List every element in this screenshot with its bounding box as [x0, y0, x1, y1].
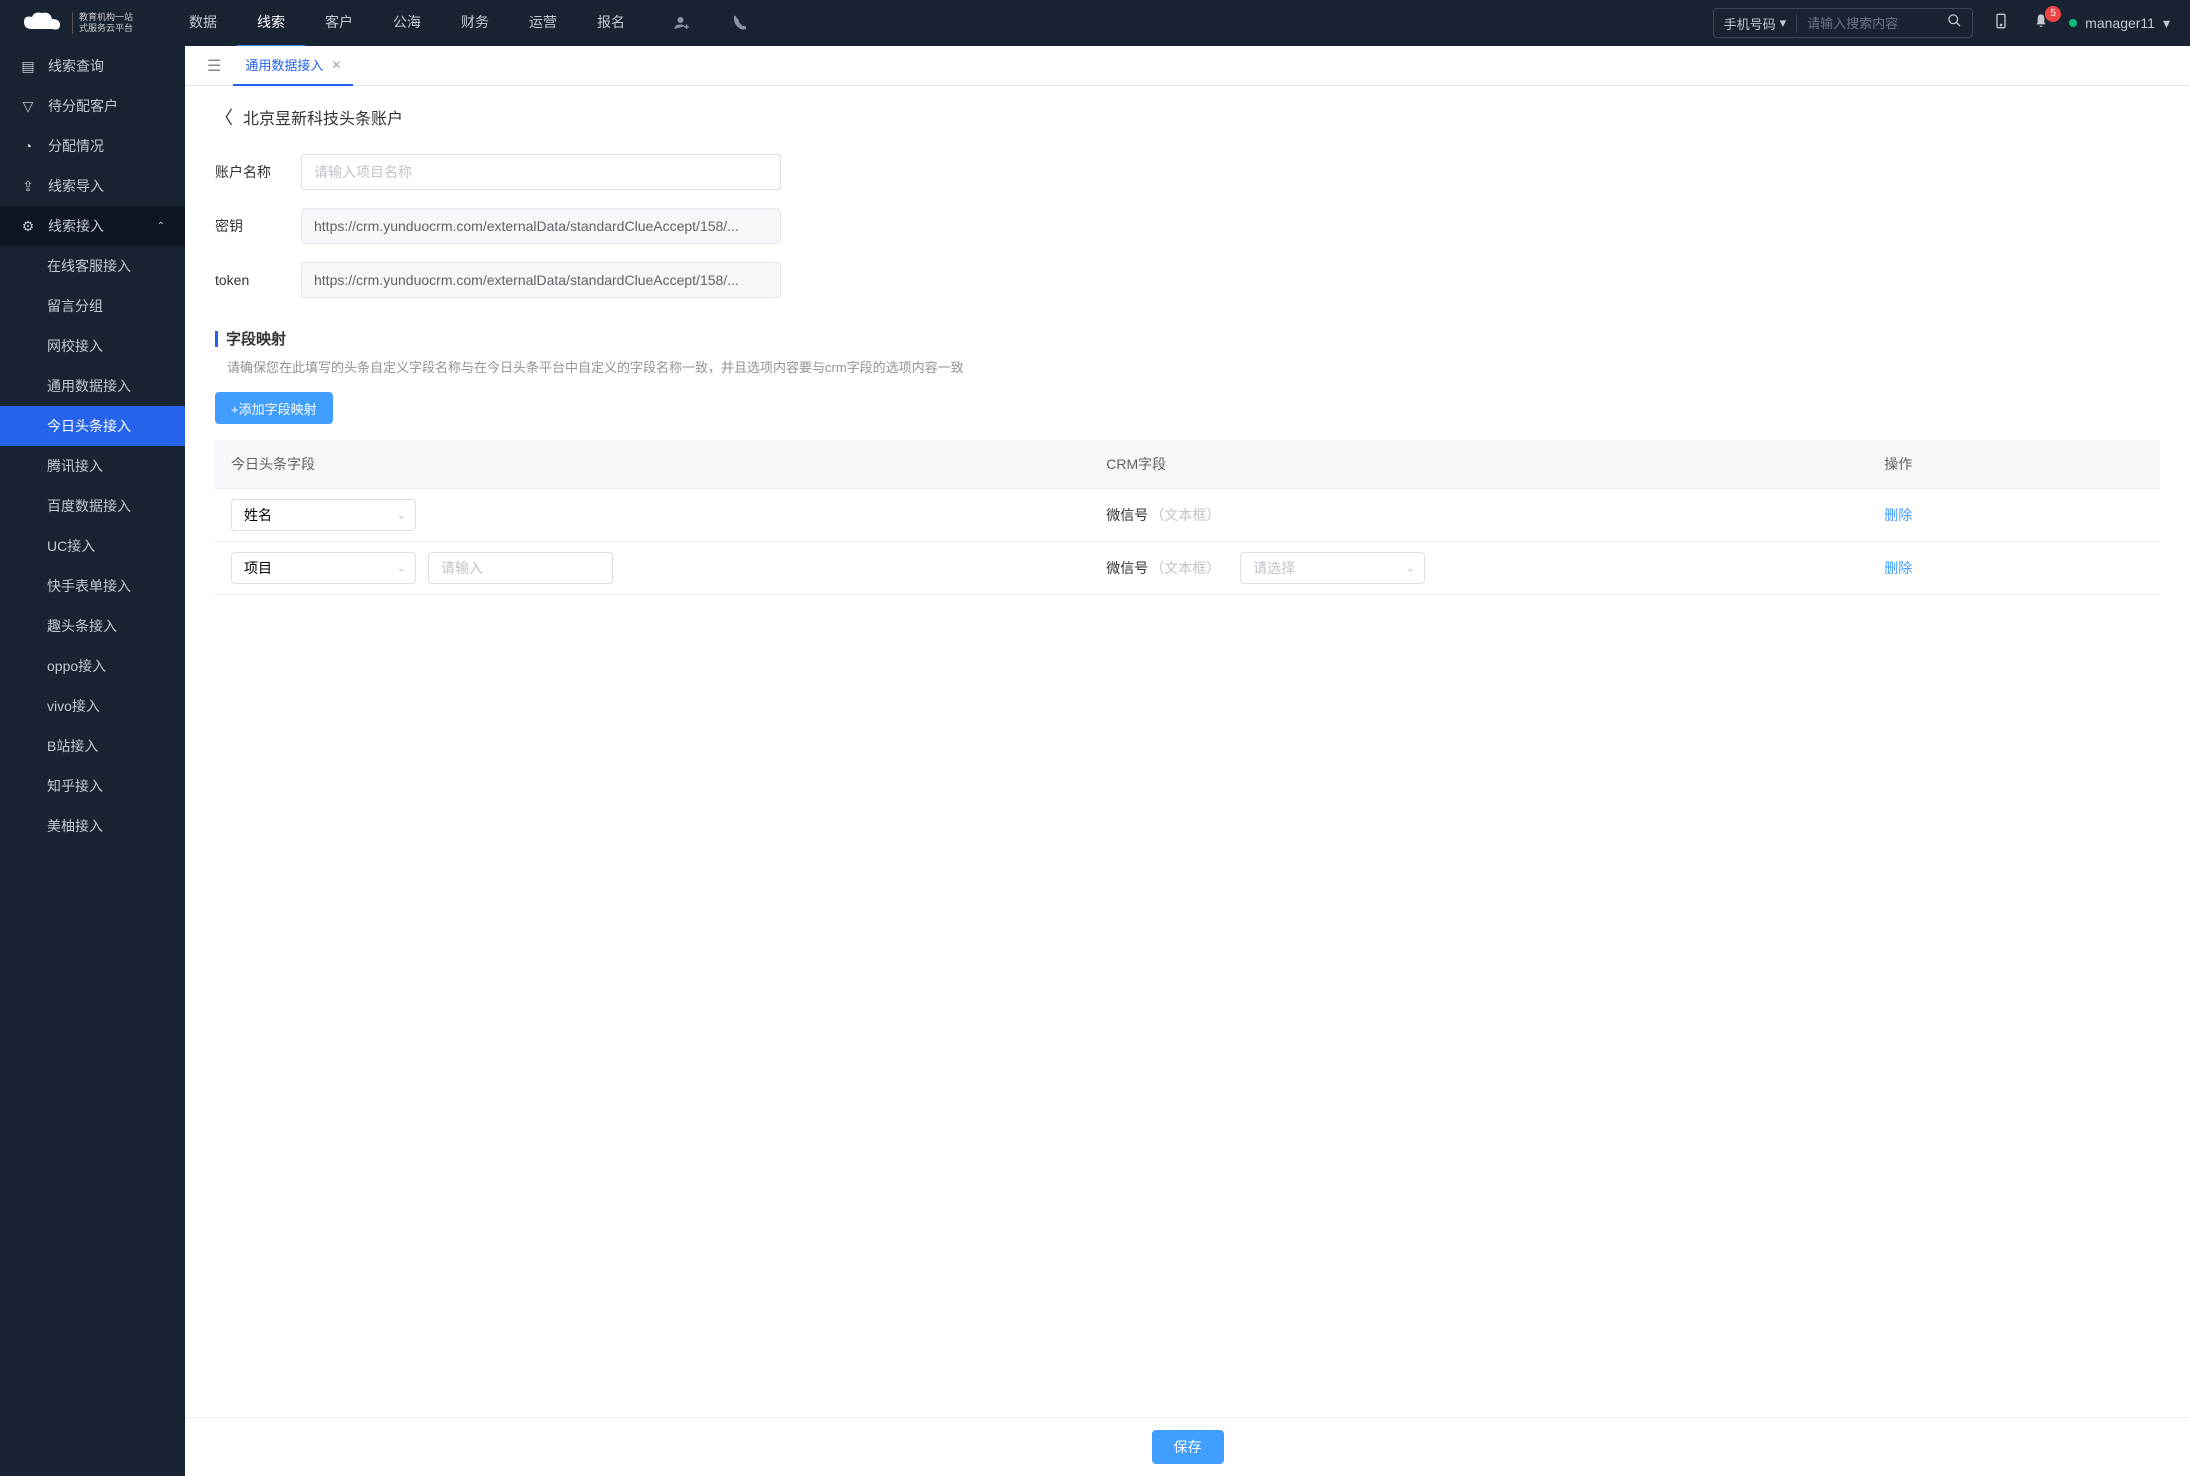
- main: ☰ 通用数据接入 ✕ 〈 北京昱新科技头条账户 账户名称 密钥 https://…: [185, 46, 2190, 1476]
- crm-field-hint: （文本框）: [1150, 560, 1220, 576]
- section-desc: 请确保您在此填写的头条自定义字段名称与在今日头条平台中自定义的字段名称一致，并且…: [215, 357, 2160, 376]
- nav-finance[interactable]: 财务: [441, 0, 509, 47]
- sidebar-item-import[interactable]: ⇪线索导入: [0, 166, 185, 206]
- sidebar-sub-bilibili[interactable]: B站接入: [0, 726, 185, 766]
- sidebar-sub-tencent[interactable]: 腾讯接入: [0, 446, 185, 486]
- logo-icon: [20, 9, 66, 37]
- header: 教育机构一站 式服务云平台 数据 线索 客户 公海 财务 运营 报名 手机号码 …: [0, 0, 2190, 46]
- logo: 教育机构一站 式服务云平台: [20, 9, 133, 37]
- phone-icon[interactable]: [719, 14, 761, 32]
- close-icon[interactable]: ✕: [331, 58, 341, 72]
- status-dot: [2069, 19, 2077, 27]
- field-select-project[interactable]: 项目: [231, 552, 416, 584]
- search-input[interactable]: [1797, 16, 1937, 31]
- sidebar-sub-uc[interactable]: UC接入: [0, 526, 185, 566]
- secret-value[interactable]: https://crm.yunduocrm.com/externalData/s…: [301, 208, 781, 244]
- secret-label: 密钥: [215, 216, 285, 236]
- notification-badge: 5: [2045, 6, 2061, 22]
- token-value[interactable]: https://crm.yunduocrm.com/externalData/s…: [301, 262, 781, 298]
- sidebar-sub-zhihu[interactable]: 知乎接入: [0, 766, 185, 806]
- crm-field-name: 微信号: [1106, 507, 1148, 523]
- sidebar-sub-oppo[interactable]: oppo接入: [0, 646, 185, 686]
- sidebar-sub-school[interactable]: 网校接入: [0, 326, 185, 366]
- search-icon[interactable]: [1937, 13, 1972, 33]
- sidebar-sub-online-service[interactable]: 在线客服接入: [0, 246, 185, 286]
- mapping-table: 今日头条字段 CRM字段 操作 姓名 ⌄: [215, 440, 2160, 595]
- nav-data[interactable]: 数据: [169, 0, 237, 47]
- field-value-input[interactable]: [428, 552, 613, 584]
- sidebar-item-lead-query[interactable]: ▤线索查询: [0, 46, 185, 86]
- field-select-name[interactable]: 姓名: [231, 499, 416, 531]
- tabs-menu-icon[interactable]: ☰: [201, 56, 227, 76]
- back-icon[interactable]: 〈: [215, 104, 233, 130]
- sidebar-sub-general-data[interactable]: 通用数据接入: [0, 366, 185, 406]
- tab-general-data[interactable]: 通用数据接入 ✕: [233, 46, 353, 86]
- nav-customers[interactable]: 客户: [305, 0, 373, 47]
- col-crm-field: CRM字段: [1090, 440, 1868, 489]
- sidebar-sub-message-group[interactable]: 留言分组: [0, 286, 185, 326]
- user-add-icon[interactable]: [661, 14, 703, 32]
- table-row: 项目 ⌄ 微信号（文本框） 请选择 ⌄ 删除: [215, 542, 2160, 595]
- sidebar-item-allocation[interactable]: ◔分配情况: [0, 126, 185, 166]
- col-action: 操作: [1868, 440, 2160, 489]
- sidebar: ▤线索查询 ▽待分配客户 ◔分配情况 ⇪线索导入 ⚙线索接入⌃ 在线客服接入 留…: [0, 46, 185, 1476]
- account-name-input[interactable]: [301, 154, 781, 190]
- sidebar-sub-toutiao[interactable]: 今日头条接入: [0, 406, 185, 446]
- top-nav: 数据 线索 客户 公海 财务 运营 报名: [169, 0, 645, 47]
- sidebar-sub-kuaishou[interactable]: 快手表单接入: [0, 566, 185, 606]
- add-mapping-button[interactable]: +添加字段映射: [215, 392, 333, 424]
- chevron-up-icon: ⌃: [157, 221, 165, 232]
- nav-pool[interactable]: 公海: [373, 0, 441, 47]
- username: manager11: [2085, 15, 2155, 31]
- save-button[interactable]: 保存: [1152, 1430, 1224, 1464]
- crm-field-name: 微信号: [1106, 560, 1148, 576]
- sidebar-sub-qutoutiao[interactable]: 趣头条接入: [0, 606, 185, 646]
- bell-icon[interactable]: 5: [2029, 12, 2053, 35]
- section-marker: [215, 331, 218, 347]
- mobile-icon[interactable]: [1989, 12, 2013, 35]
- page-title: 北京昱新科技头条账户: [243, 105, 403, 129]
- search-group: 手机号码 ▾: [1713, 8, 1974, 38]
- token-label: token: [215, 272, 285, 288]
- table-row: 姓名 ⌄ 微信号（文本框） 删除: [215, 489, 2160, 542]
- sidebar-sub-vivo[interactable]: vivo接入: [0, 686, 185, 726]
- account-label: 账户名称: [215, 162, 285, 182]
- tabs-bar: ☰ 通用数据接入 ✕: [185, 46, 2190, 86]
- sidebar-item-pending[interactable]: ▽待分配客户: [0, 86, 185, 126]
- nav-leads[interactable]: 线索: [237, 0, 305, 47]
- delete-link[interactable]: 删除: [1884, 507, 1912, 523]
- delete-link[interactable]: 删除: [1884, 560, 1912, 576]
- logo-sub2: 式服务云平台: [79, 23, 133, 34]
- logo-sub1: 教育机构一站: [79, 12, 133, 23]
- col-toutiao-field: 今日头条字段: [215, 440, 1090, 489]
- section-title: 字段映射: [226, 328, 286, 349]
- search-type-select[interactable]: 手机号码 ▾: [1714, 14, 1798, 33]
- crm-value-select[interactable]: 请选择: [1240, 552, 1425, 584]
- content: 〈 北京昱新科技头条账户 账户名称 密钥 https://crm.yunduoc…: [185, 86, 2190, 1476]
- chevron-down-icon: ▾: [2163, 15, 2170, 32]
- sidebar-sub-meiyou[interactable]: 美柚接入: [0, 806, 185, 846]
- sidebar-sub-baidu[interactable]: 百度数据接入: [0, 486, 185, 526]
- nav-enroll[interactable]: 报名: [577, 0, 645, 47]
- chevron-down-icon: ▾: [1780, 15, 1787, 31]
- user-menu[interactable]: manager11 ▾: [2069, 15, 2170, 32]
- crm-field-hint: （文本框）: [1150, 507, 1220, 523]
- footer-bar: 保存: [185, 1417, 2190, 1476]
- sidebar-item-integration[interactable]: ⚙线索接入⌃: [0, 206, 185, 246]
- nav-ops[interactable]: 运营: [509, 0, 577, 47]
